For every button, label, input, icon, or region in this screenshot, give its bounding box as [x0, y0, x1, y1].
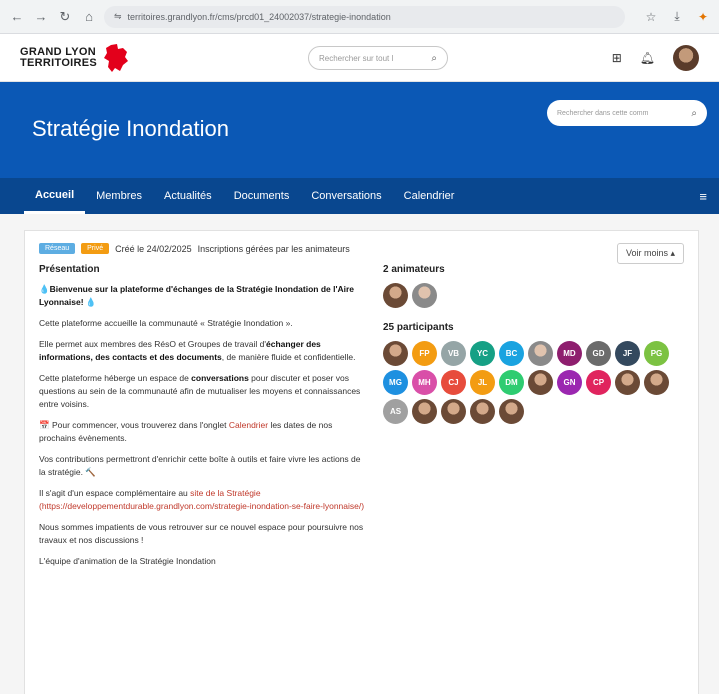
tab-accueil[interactable]: Accueil: [24, 178, 86, 214]
participant-avatar[interactable]: JL: [470, 370, 495, 395]
extension-icon[interactable]: ✦: [695, 9, 711, 25]
calendar-link[interactable]: Calendrier: [229, 420, 268, 430]
tab-membres[interactable]: Membres: [85, 178, 153, 214]
tab-conversations[interactable]: Conversations: [300, 178, 392, 214]
participant-avatar[interactable]: JF: [615, 341, 640, 366]
tab-documents[interactable]: Documents: [223, 178, 301, 214]
tab-calendrier[interactable]: Calendrier: [393, 178, 466, 214]
participant-avatar[interactable]: [470, 399, 495, 424]
animator-avatar[interactable]: [412, 283, 437, 308]
participant-avatar[interactable]: DM: [499, 370, 524, 395]
url-text: territoires.grandlyon.fr/cms/prcd01_2400…: [127, 11, 391, 22]
animators-list: [383, 283, 673, 308]
paragraph: Cette plateforme héberge un espace de co…: [39, 373, 361, 409]
participant-avatar[interactable]: [528, 341, 553, 366]
meta-row: Réseau Privé Créé le 24/02/2025 Inscript…: [39, 243, 684, 254]
participants-title: 25 participants: [383, 322, 454, 333]
page-body: Réseau Privé Créé le 24/02/2025 Inscript…: [0, 214, 719, 694]
participant-avatar[interactable]: BC: [499, 341, 524, 366]
download-icon[interactable]: ⤓: [669, 9, 685, 25]
paragraph: Il s'agit d'un espace complémentaire au …: [39, 488, 365, 511]
tab-actualites[interactable]: Actualités: [153, 178, 223, 214]
user-avatar[interactable]: [673, 44, 699, 71]
participant-avatar[interactable]: MG: [383, 370, 408, 395]
members-section: 2 animateurs 25 participants FP VB YC BC MD G…: [369, 264, 684, 576]
back-icon[interactable]: ←: [8, 8, 26, 26]
logo-text: GRAND LYON TERRITOIRES: [20, 45, 98, 69]
participant-avatar[interactable]: YC: [470, 341, 495, 366]
participant-avatar[interactable]: MH: [412, 370, 437, 395]
participant-avatar[interactable]: CP: [586, 370, 611, 395]
address-bar[interactable]: ⇋ territoires.grandlyon.fr/cms/prcd01_24…: [104, 5, 625, 28]
participant-avatar[interactable]: CJ: [441, 370, 466, 395]
participant-avatar[interactable]: GD: [586, 341, 611, 366]
participant-avatar[interactable]: AS: [383, 399, 408, 424]
community-banner: Stratégie Inondation Rechercher dans cet…: [0, 82, 719, 178]
paragraph: Elle permet aux membres des RésO et Grou…: [39, 339, 356, 362]
search-icon[interactable]: ⌕: [691, 108, 697, 119]
presentation-section: Présentation 💧Bienvenue sur la plateform…: [39, 264, 369, 576]
presentation-title: Présentation: [39, 264, 100, 275]
reload-icon[interactable]: ↻: [56, 8, 74, 26]
participant-avatar[interactable]: [441, 399, 466, 424]
participant-avatar[interactable]: [528, 370, 553, 395]
browser-toolbar: ← → ↻ ⌂ ⇋ territoires.grandlyon.fr/cms/p…: [0, 0, 719, 34]
animator-avatar[interactable]: [383, 283, 408, 308]
see-less-button[interactable]: Voir moins ▴: [616, 243, 684, 264]
paragraph: Cette plateforme accueille la communauté…: [39, 318, 293, 328]
paragraph: Nous sommes impatients de vous retrouver…: [39, 522, 364, 545]
bookmark-star-icon[interactable]: ☆: [643, 9, 659, 25]
lion-map-logo-icon: [104, 43, 129, 72]
private-badge: Privé: [81, 243, 110, 254]
created-date: Créé le 24/02/2025: [115, 243, 192, 254]
site-header: GRAND LYON TERRITOIRES Rechercher sur to…: [0, 34, 719, 82]
home-icon[interactable]: ⌂: [80, 8, 98, 26]
participants-list: FP VB YC BC MD GD JF PG MG MH CJ JL DM GN CP AS: [383, 341, 673, 424]
community-tabs: Accueil Membres Actualités Documents Con…: [0, 178, 719, 214]
participant-avatar[interactable]: [499, 399, 524, 424]
forward-icon[interactable]: →: [32, 8, 50, 26]
paragraph: 📅 Pour commencer, vous trouverez dans l'…: [39, 420, 333, 443]
participant-avatar[interactable]: PG: [644, 341, 669, 366]
animators-title: 2 animateurs: [383, 264, 445, 275]
page-title: Stratégie Inondation: [32, 116, 229, 141]
welcome-text: 💧Bienvenue sur la plateforme d'échanges …: [39, 284, 355, 307]
community-search-input[interactable]: Rechercher dans cette comm ⌕: [547, 100, 707, 126]
notification-bell-icon[interactable]: 🔔︎: [640, 51, 655, 65]
signature: L'équipe d'animation de la Stratégie Ino…: [39, 556, 216, 566]
participant-avatar[interactable]: MD: [557, 341, 582, 366]
search-icon[interactable]: ⌕: [431, 53, 437, 64]
site-info-icon[interactable]: ⇋: [114, 11, 122, 22]
community-info-card: Réseau Privé Créé le 24/02/2025 Inscript…: [24, 230, 699, 694]
site-logo[interactable]: GRAND LYON TERRITOIRES: [20, 43, 129, 73]
participant-avatar[interactable]: [644, 370, 669, 395]
participant-avatar[interactable]: [615, 370, 640, 395]
participant-avatar[interactable]: FP: [412, 341, 437, 366]
participant-avatar[interactable]: VB: [441, 341, 466, 366]
participant-avatar[interactable]: [412, 399, 437, 424]
paragraph: Vos contributions permettront d'enrichir…: [39, 454, 361, 477]
participant-avatar[interactable]: GN: [557, 370, 582, 395]
registration-info: Inscriptions gérées par les animateurs: [197, 243, 350, 254]
participant-avatar[interactable]: [383, 341, 408, 366]
apps-grid-icon[interactable]: ⊞: [612, 51, 622, 65]
network-badge: Réseau: [39, 243, 76, 254]
hamburger-menu-icon[interactable]: ≡: [699, 189, 707, 204]
global-search-input[interactable]: Rechercher sur tout l ⌕: [308, 46, 448, 70]
